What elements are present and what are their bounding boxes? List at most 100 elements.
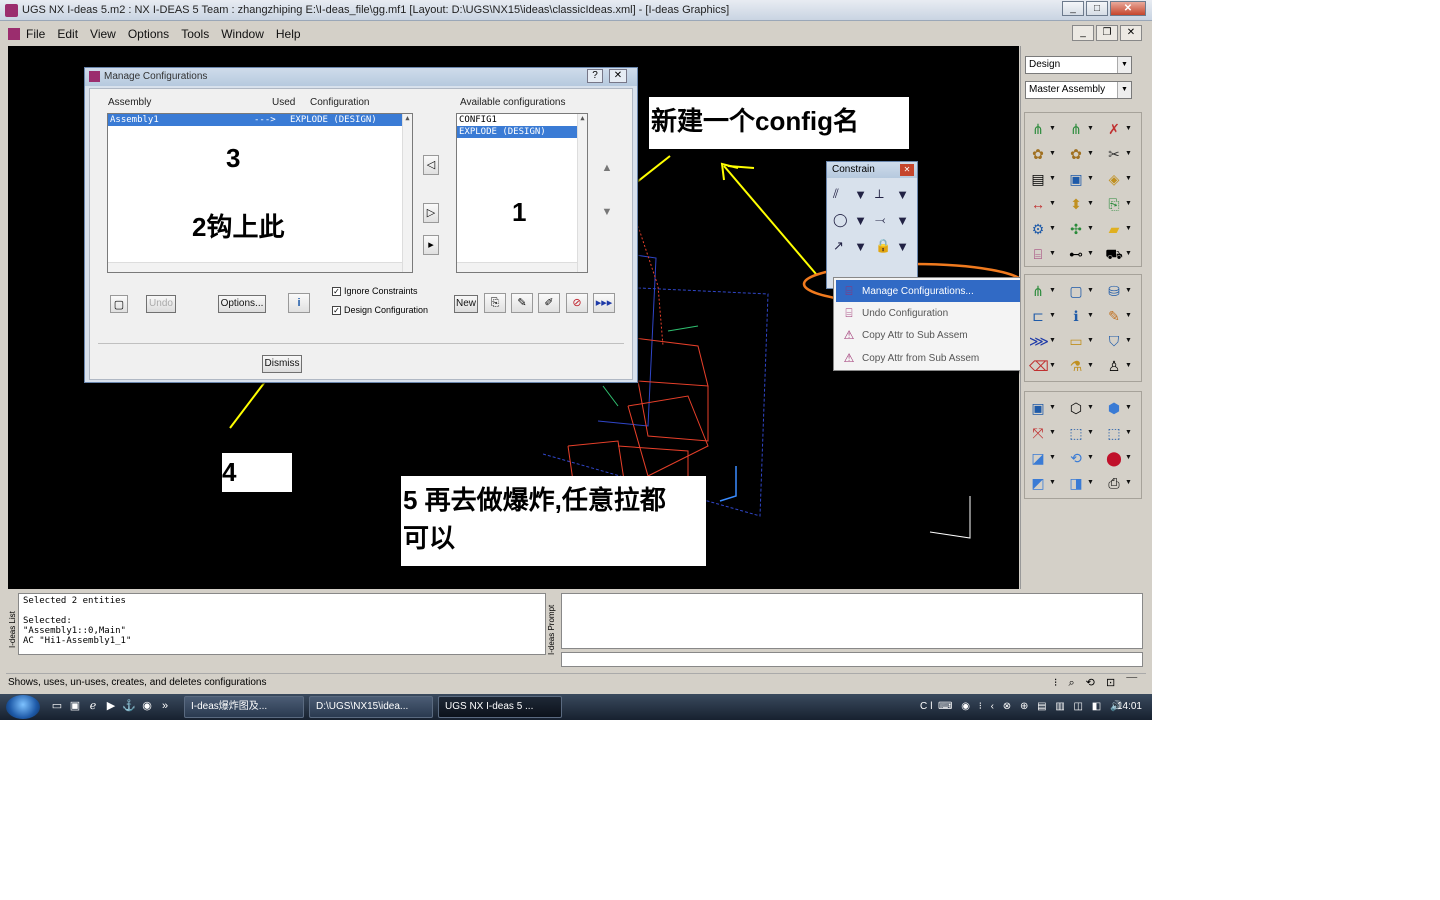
menu-manage-configurations[interactable]: ⌸ Manage Configurations...	[836, 280, 1020, 302]
menu-help[interactable]: Help	[276, 27, 301, 41]
app-shortcut-icon[interactable]: ⚓	[122, 699, 136, 713]
move-up-icon[interactable]: ▲	[595, 159, 619, 179]
menu-undo-configuration[interactable]: ⌸ Undo Configuration	[836, 302, 1020, 324]
assembly-hscroll[interactable]	[108, 262, 402, 272]
menu-copy-attr-from[interactable]: ⚠ Copy Attr from Sub Assem	[836, 347, 1020, 369]
tool-zoom-box-icon[interactable]: ⬚ ▼	[1065, 420, 1103, 445]
tool-view-side-icon[interactable]: ◨ ▼	[1065, 470, 1103, 495]
edit-icon[interactable]: ✐	[538, 293, 560, 313]
tool-ruler-icon[interactable]: ▭ ▼	[1065, 328, 1103, 353]
tool-cube-icon[interactable]: ◈ ▼	[1103, 166, 1141, 191]
menu-edit[interactable]: Edit	[57, 27, 78, 41]
more-icon[interactable]: ▸▸▸	[593, 293, 615, 313]
maximize-button[interactable]: □	[1086, 1, 1108, 16]
info-icon[interactable]: i	[288, 293, 310, 313]
tool-forward-icon[interactable]: ⋙ ▼	[1027, 328, 1065, 353]
mdi-minimize-button[interactable]: _	[1072, 25, 1094, 41]
tool-network-icon[interactable]: ✣ ▼	[1065, 216, 1103, 241]
tool-dimension-icon[interactable]: ⊏ ▼	[1027, 303, 1065, 328]
tool-graph-icon[interactable]: ⋔ ▼	[1027, 278, 1065, 303]
dialog-help-button[interactable]: ?	[587, 69, 603, 83]
select-box-icon[interactable]: ▢	[110, 295, 128, 313]
prompt-output-area[interactable]	[561, 593, 1143, 649]
circle-constraint-icon[interactable]: ◯ ▼	[831, 210, 869, 230]
tool-sticky-icon[interactable]: ▰ ▼	[1103, 216, 1141, 241]
menu-options[interactable]: Options	[128, 27, 169, 41]
close-button[interactable]: ✕	[1110, 1, 1146, 16]
lock-icon[interactable]: 🔒 ▼	[873, 236, 911, 256]
tool-person-icon[interactable]: ♙ ▼	[1103, 353, 1141, 378]
tool-info-icon[interactable]: ℹ ▼	[1065, 303, 1103, 328]
minimize-button[interactable]: _	[1062, 1, 1084, 16]
tool-explode-icon[interactable]: ↔ ▼	[1027, 191, 1065, 216]
available-hscroll[interactable]	[457, 262, 577, 272]
delete-icon[interactable]: ⊘	[566, 293, 588, 313]
task-select[interactable]: Design ▼	[1025, 56, 1132, 74]
document-icon[interactable]	[8, 27, 20, 40]
tool-bottle-icon[interactable]: ⚗ ▼	[1065, 353, 1103, 378]
mdi-close-button[interactable]: ✕	[1120, 25, 1142, 41]
new-button[interactable]: New	[454, 295, 478, 313]
tool-eraser-icon[interactable]: ⌫ ▼	[1027, 353, 1065, 378]
show-desktop-icon[interactable]: ▭	[50, 699, 64, 713]
use-configuration-arrow-icon[interactable]: ◁	[423, 155, 439, 175]
tool-instance-icon[interactable]: ✿ ▼	[1027, 141, 1065, 166]
menu-tools[interactable]: Tools	[181, 27, 209, 41]
tool-hierarchy-icon[interactable]: ⋔ ▼	[1027, 116, 1065, 141]
mode-select[interactable]: Master Assembly ▼	[1025, 81, 1132, 99]
tool-print-icon[interactable]: ⎙ ▼	[1103, 470, 1141, 495]
move-down-icon[interactable]: ▼	[595, 203, 619, 223]
menu-copy-attr-to[interactable]: ⚠ Copy Attr to Sub Assem	[836, 324, 1020, 346]
tray-icons[interactable]: ⌨ ◉ ⁝ ‹ ⊗ ⊕ ▤ ▥ ◫ ◧ 🔊	[938, 696, 1125, 718]
tool-mechanism-icon[interactable]: ⚙ ▼	[1027, 216, 1065, 241]
available-configurations-listbox[interactable]: CONFIG1 EXPLODE (DESIGN) ▲	[456, 113, 588, 273]
chrome-icon[interactable]: ◉	[140, 699, 154, 713]
perpendicular-icon[interactable]: ⟂ ▼	[873, 184, 911, 204]
assembly-vscroll[interactable]: ▲	[402, 114, 412, 272]
dismiss-button[interactable]: Dismiss	[262, 355, 302, 373]
tool-zoom-all-icon[interactable]: ⤧ ▼	[1027, 420, 1065, 445]
tool-car-icon[interactable]: ⛟ ▼	[1103, 241, 1141, 266]
taskbar-item-explorer[interactable]: D:\UGS\NX15\idea...	[309, 696, 433, 718]
prompt-input[interactable]	[561, 652, 1143, 667]
chevron-down-icon[interactable]: ▼	[1117, 82, 1131, 98]
switch-windows-icon[interactable]: ▣	[68, 699, 82, 713]
rename-icon[interactable]: ✎	[511, 293, 533, 313]
view-shortcut-icons[interactable]: ⁝ ⌕ ⟲ ⊡ ⎺	[1054, 676, 1140, 690]
tangent-icon[interactable]: ⤙ ▼	[873, 210, 911, 230]
undo-button[interactable]: Undo	[146, 295, 176, 313]
tool-pan-icon[interactable]: ⬚ ▼	[1103, 420, 1141, 445]
tool-rotate-icon[interactable]: ⟲ ▼	[1065, 445, 1103, 470]
tool-part-icon[interactable]: ▣ ▼	[1065, 166, 1103, 191]
options-button[interactable]: Options...	[218, 295, 266, 313]
tool-group-icon[interactable]: ✿ ▼	[1065, 141, 1103, 166]
tool-stop-icon[interactable]: ⬤ ▼	[1103, 445, 1141, 470]
menu-window[interactable]: Window	[221, 27, 264, 41]
available-vscroll[interactable]: ▲	[577, 114, 587, 272]
media-player-icon[interactable]: ▶	[104, 699, 118, 713]
menu-view[interactable]: View	[90, 27, 116, 41]
assembly-listbox[interactable]: Assembly1 ---> EXPLODE (DESIGN) ▲	[107, 113, 413, 273]
tool-window-icon[interactable]: ▢ ▼	[1065, 278, 1103, 303]
tool-copy-part-icon[interactable]: ⎘ ▼	[1103, 191, 1141, 216]
tool-bom-icon[interactable]: ▤ ▼	[1027, 166, 1065, 191]
available-item[interactable]: EXPLODE (DESIGN)	[457, 126, 587, 138]
tool-add-to-assembly-icon[interactable]: ⋔ ▼	[1065, 116, 1103, 141]
mdi-restore-button[interactable]: ❐	[1096, 25, 1118, 41]
menu-file[interactable]: File	[26, 27, 45, 41]
parallel-icon[interactable]: ⫽ ▼	[831, 184, 869, 204]
tool-view-iso-icon[interactable]: ◩ ▼	[1027, 470, 1065, 495]
tool-monitor-icon[interactable]: ▣ ▼	[1027, 395, 1065, 420]
unuse-configuration-arrow-icon[interactable]: ▷	[423, 203, 439, 223]
tool-brush-icon[interactable]: ✎ ▼	[1103, 303, 1141, 328]
tool-shaded-icon[interactable]: ⬢ ▼	[1103, 395, 1141, 420]
copy-icon[interactable]: ⎘	[484, 293, 506, 313]
pointer-icon[interactable]: ▸	[423, 235, 439, 255]
taskbar-item-browser[interactable]: I-deas爆炸图及...	[184, 696, 304, 718]
assembly-row[interactable]: Assembly1 ---> EXPLODE (DESIGN)	[108, 114, 412, 126]
start-button[interactable]	[6, 695, 40, 719]
ignore-constraints-checkbox[interactable]: ✓ Ignore Constraints	[332, 286, 418, 296]
ideas-list-output[interactable]: Selected 2 entities Selected: "Assembly1…	[18, 593, 546, 655]
dimension-icon[interactable]: ↗ ▼	[831, 236, 869, 256]
tool-wireframe-icon[interactable]: ⬡ ▼	[1065, 395, 1103, 420]
